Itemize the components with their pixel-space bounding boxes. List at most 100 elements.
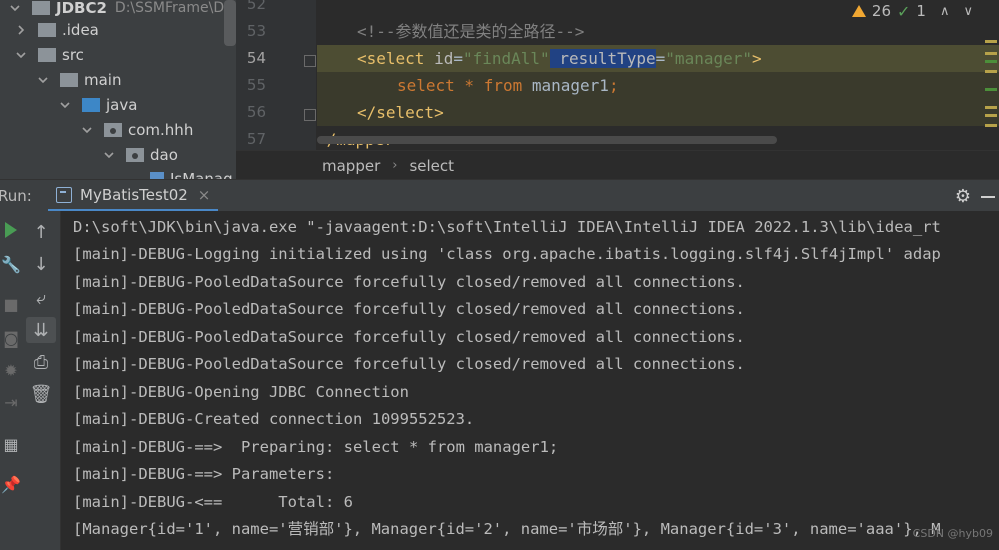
run-tool-window-header: Run: MyBatisTest02 × ⚙ [0,179,999,212]
chevron-right-icon[interactable] [14,23,28,37]
warning-count: 26 [871,2,892,20]
project-scrollbar[interactable] [224,0,236,46]
trash-icon[interactable]: 🗑 [22,381,60,407]
tree-item-java[interactable]: java [58,92,137,117]
breadcrumb-item-select[interactable]: select [409,157,454,175]
error-stripe[interactable] [985,40,997,150]
tree-item-src[interactable]: src [14,42,84,67]
editor-breadcrumb: mapper › select [236,150,999,180]
project-root-name: JDBC2 [56,0,107,17]
run-tab-mybatistest02[interactable]: MyBatisTest02 × [48,180,219,212]
scroll-to-end-icon[interactable]: ⇊ [26,317,56,343]
close-icon[interactable]: × [198,186,211,204]
run-tab-title: MyBatisTest02 [80,185,188,204]
line-number-current: 54 [246,49,266,67]
console-line: [main]-DEBUG-Logging initialized using '… [73,245,941,263]
console-line: D:\soft\JDK\bin\java.exe "-javaagent:D:\… [73,218,941,236]
console-line: [main]-DEBUG-<== Total: 6 [73,493,353,511]
tree-item-idea[interactable]: .idea [14,17,99,42]
sql-keyword: select [397,76,455,95]
chevron-right-icon: › [392,158,398,173]
run-console[interactable]: D:\soft\JDK\bin\java.exe "-javaagent:D:\… [61,211,999,550]
tree-item-label: IsManag [170,169,233,180]
console-line: [main]-DEBUG-Created connection 10995525… [73,410,475,428]
tree-item-label: src [62,45,84,64]
package-icon [104,122,122,137]
chevron-down-icon[interactable] [102,148,116,162]
rerun-icon[interactable] [0,219,22,241]
tree-item-label: com.hhh [128,120,194,139]
chevron-down-icon[interactable] [58,98,72,112]
tree-item-label: main [84,70,122,89]
warning-icon [851,5,866,17]
tree-item-label: java [106,95,138,114]
project-root-path: D:\SSMFrame\DOC [114,0,236,16]
xml-attr-value: "manager" [665,49,752,68]
print-icon[interactable]: ⎙ [22,349,60,375]
code-line-56: </select> [317,99,999,126]
chevron-down-icon[interactable] [8,1,22,15]
exit-icon[interactable]: ⇥ [0,391,22,413]
folder-icon [32,0,50,15]
run-console-toolbar: ↑ ↓ ⤶ ⇊ ⎙ 🗑 [22,211,61,550]
fold-marker-icon[interactable] [304,109,316,121]
tree-item-label: dao [150,145,178,164]
check-icon: ✓ [897,1,911,21]
check-count: 1 [916,2,926,20]
xml-comment: <!--参数值还是类的全路径--> [357,22,585,41]
console-line: [main]-DEBUG-PooledDataSource forcefully… [73,273,745,291]
tree-item-file[interactable]: IsManag [150,166,233,179]
pin-icon[interactable]: 📌 [0,473,22,495]
xml-tag-close: </select> [357,103,444,122]
project-tool-window: JDBC2 D:\SSMFrame\DOC .idea src main jav… [0,0,236,179]
layout-icon[interactable]: ▦ [0,433,22,455]
console-line: [main]-DEBUG-==> Parameters: [73,465,344,483]
chevron-up-icon[interactable]: ∧ [940,4,950,19]
line-number: 57 [246,130,266,148]
console-line: [main]-DEBUG-Opening JDBC Connection [73,383,409,401]
run-config-icon [56,186,72,203]
interface-file-icon [150,171,164,179]
minimize-icon[interactable] [981,196,995,198]
stop-icon[interactable]: ■ [0,293,22,315]
line-number: 52 [246,0,266,13]
code-line-55: select * from manager1; [317,72,999,99]
run-left-toolbar: 🔧 ■ ◙ ✹ ⇥ ▦ 📌 [0,211,22,550]
code-line-54: <select id="findAll" resultType="manager… [317,45,999,72]
code-editor[interactable]: 52 53 54 55 56 57 <!--参数值还是类的全路径--> <sel… [236,0,999,150]
folder-icon [60,72,78,87]
breadcrumb-item-mapper[interactable]: mapper [322,157,380,175]
package-icon [126,147,144,162]
soft-wrap-icon[interactable]: ⤶ [22,285,60,311]
tree-item-main[interactable]: main [36,67,121,92]
editor-horizontal-scrollbar[interactable] [317,136,777,144]
line-number: 53 [246,22,266,40]
xml-attr-value: "findAll" [462,49,550,68]
camera-icon[interactable]: ◙ [0,327,22,349]
inspection-widget[interactable]: 26 ✓ 1 ∧ ∨ [845,0,979,22]
wrench-icon[interactable]: 🔧 [0,253,22,275]
code-line-53: <!--参数值还是类的全路径--> [317,18,584,45]
sql-keyword: from [483,76,523,95]
arrow-down-icon[interactable]: ↓ [22,251,60,277]
source-folder-icon [82,97,100,112]
gear-icon[interactable]: ⚙ [955,186,971,207]
settings-icon[interactable]: ✹ [0,359,22,381]
fold-marker-icon[interactable] [304,55,316,67]
folder-icon [38,22,56,37]
sql-table: manager1 [522,76,609,95]
chevron-down-icon[interactable] [36,73,50,87]
arrow-up-icon[interactable]: ↑ [22,219,60,245]
line-number: 55 [246,76,266,94]
xml-tag-open: <select [357,49,425,68]
chevron-down-icon[interactable]: ∨ [963,4,973,19]
console-line: [main]-DEBUG-PooledDataSource forcefully… [73,328,745,346]
watermark: CSDN @hyb09 [912,527,993,540]
console-line: [main]-DEBUG-PooledDataSource forcefully… [73,300,745,318]
chevron-down-icon[interactable] [80,123,94,137]
folder-icon [38,47,56,62]
tree-item-com-hhh[interactable]: com.hhh [80,117,193,142]
chevron-down-icon[interactable] [14,48,28,62]
tree-item-dao[interactable]: dao [102,142,178,167]
line-number: 56 [246,103,266,121]
